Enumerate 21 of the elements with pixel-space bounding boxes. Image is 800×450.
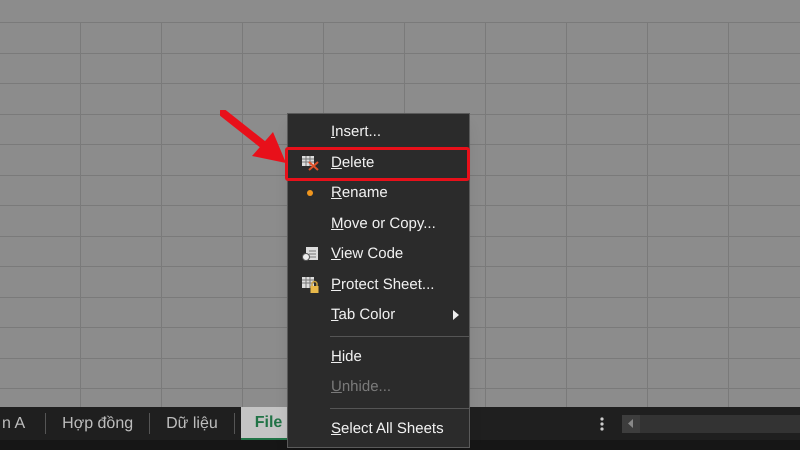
delete-sheet-icon <box>300 154 318 171</box>
menu-item[interactable]: Protect Sheet... <box>288 270 469 300</box>
menu-item[interactable]: Insert... <box>288 117 469 148</box>
sheet-tab[interactable]: n A <box>0 407 46 440</box>
menu-item[interactable]: View Code <box>288 239 469 270</box>
menu-item[interactable]: Select All Sheets <box>288 414 469 444</box>
protect-sheet-icon <box>300 276 318 294</box>
more-options-icon[interactable] <box>600 416 604 430</box>
submenu-arrow-icon <box>453 310 459 320</box>
menu-item[interactable]: Move or Copy... <box>288 208 469 239</box>
sheet-tab[interactable]: Hợp đồng <box>46 407 150 440</box>
scroll-left-button[interactable] <box>622 414 640 432</box>
sheet-tab[interactable]: Dữ liệu <box>150 407 234 440</box>
annotation-arrow <box>220 110 288 166</box>
scroll-left-icon <box>628 419 634 428</box>
menu-item[interactable]: Delete <box>288 148 469 178</box>
view-code-icon <box>300 246 318 262</box>
menu-item[interactable]: Rename <box>288 178 469 208</box>
horizontal-scrollbar[interactable] <box>622 414 800 432</box>
menu-item[interactable]: Hide <box>288 342 469 372</box>
menu-item[interactable]: Tab Color <box>288 300 469 330</box>
